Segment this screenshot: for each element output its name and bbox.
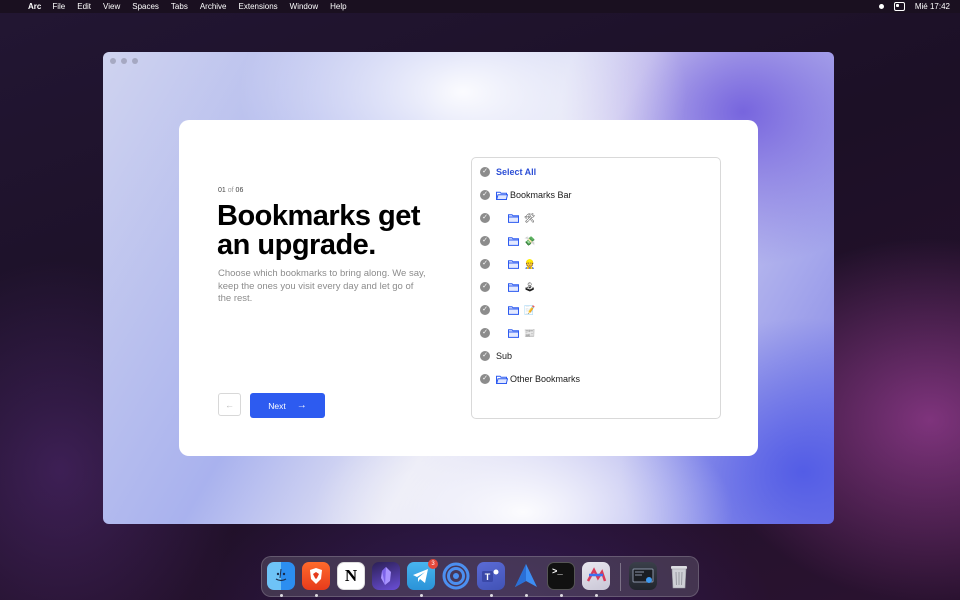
- page-title: Bookmarks get an upgrade.: [217, 200, 421, 261]
- checkmark-icon[interactable]: ✓: [480, 305, 490, 315]
- trash-icon[interactable]: [665, 562, 693, 590]
- step-total: 06: [235, 187, 244, 194]
- running-indicator: [280, 594, 283, 597]
- menu-file[interactable]: File: [52, 2, 65, 11]
- menu-edit[interactable]: Edit: [77, 2, 91, 11]
- checkmark-icon[interactable]: ✓: [480, 374, 490, 384]
- menu-help[interactable]: Help: [330, 2, 346, 11]
- control-center-icon[interactable]: [893, 2, 905, 11]
- dock-separator: [620, 563, 621, 591]
- checkmark-icon[interactable]: ✓: [480, 328, 490, 338]
- folder-icon: [508, 329, 519, 338]
- next-button[interactable]: Next →: [250, 393, 325, 418]
- arrow-left-icon: ←: [225, 399, 234, 410]
- window-controls: [110, 58, 138, 64]
- running-indicator: [560, 594, 563, 597]
- bookmark-item-label: 🕹: [524, 281, 536, 292]
- menu-spaces[interactable]: Spaces: [132, 2, 159, 11]
- minimize-window-button[interactable]: [121, 58, 127, 64]
- bookmark-item-notes-folder[interactable]: ✓ 📝: [480, 303, 535, 317]
- svg-text:T: T: [485, 572, 491, 582]
- menu-bar: Arc File Edit View Spaces Tabs Archive E…: [0, 0, 960, 13]
- page-description: Choose which bookmarks to bring along. W…: [218, 268, 426, 304]
- running-indicator: [525, 594, 528, 597]
- bookmark-item-sub[interactable]: ✓ Sub: [480, 349, 512, 363]
- airdrop-icon[interactable]: [442, 562, 470, 590]
- checkmark-icon[interactable]: ✓: [480, 190, 490, 200]
- menu-clock[interactable]: Mié 17:42: [915, 2, 950, 11]
- next-button-label: Next: [268, 400, 286, 411]
- obsidian-icon[interactable]: [372, 562, 400, 590]
- finder-icon[interactable]: [267, 562, 295, 590]
- screen-app-icon[interactable]: [629, 562, 657, 590]
- checkmark-icon[interactable]: ✓: [480, 351, 490, 361]
- notification-badge: 3: [428, 559, 438, 569]
- arc-window: 01 of 06 Bookmarks get an upgrade. Choos…: [103, 52, 834, 524]
- step-counter: 01 of 06: [218, 187, 243, 194]
- checkmark-icon[interactable]: ✓: [480, 282, 490, 292]
- arc-navigate-icon[interactable]: [512, 562, 540, 590]
- bookmark-item-other-bookmarks[interactable]: ✓ Other Bookmarks: [480, 372, 580, 386]
- telegram-icon[interactable]: 3: [407, 559, 438, 590]
- onboarding-card: 01 of 06 Bookmarks get an upgrade. Choos…: [179, 120, 758, 456]
- running-indicator: [420, 594, 423, 597]
- folder-open-icon: [496, 191, 508, 200]
- bookmark-item-label: Other Bookmarks: [510, 374, 581, 384]
- folder-icon: [508, 237, 519, 246]
- bookmark-item-label: Sub: [496, 351, 513, 361]
- terminal-icon[interactable]: >_: [547, 562, 575, 590]
- menu-window[interactable]: Window: [290, 2, 318, 11]
- bookmark-item-label: 📝: [524, 304, 536, 315]
- checkmark-icon[interactable]: ✓: [480, 259, 490, 269]
- dock: N 3 T >_: [261, 556, 699, 597]
- bookmark-item-label: 🛠: [524, 212, 536, 223]
- folder-icon: [508, 306, 519, 315]
- bookmark-item-tools-folder[interactable]: ✓ 🛠: [480, 211, 535, 225]
- checkmark-icon[interactable]: ✓: [480, 213, 490, 223]
- running-indicator: [595, 594, 598, 597]
- folder-icon: [508, 283, 519, 292]
- teams-icon[interactable]: T: [477, 562, 505, 590]
- brave-icon[interactable]: [302, 562, 330, 590]
- running-indicator: [490, 594, 493, 597]
- folder-icon: [508, 214, 519, 223]
- menu-app-name[interactable]: Arc: [28, 2, 41, 11]
- select-all-label: Select All: [496, 167, 537, 177]
- bookmark-item-news-folder[interactable]: ✓ 📰: [480, 326, 535, 340]
- checkmark-icon[interactable]: ✓: [480, 236, 490, 246]
- menu-extensions[interactable]: Extensions: [239, 2, 278, 11]
- bookmark-item-money-folder[interactable]: ✓ 💸: [480, 234, 535, 248]
- step-of: of: [227, 187, 234, 194]
- bookmark-item-games-folder[interactable]: ✓ 🕹: [480, 280, 535, 294]
- menu-view[interactable]: View: [103, 2, 120, 11]
- notion-icon[interactable]: N: [337, 562, 365, 590]
- menu-archive[interactable]: Archive: [200, 2, 227, 11]
- checkmark-icon[interactable]: ✓: [480, 167, 490, 177]
- step-current: 01: [218, 187, 226, 194]
- select-all-row[interactable]: ✓ Select All: [480, 165, 536, 179]
- bookmark-item-work-folder[interactable]: ✓ 👷: [480, 257, 535, 271]
- back-button[interactable]: ←: [218, 393, 241, 416]
- map-app-icon[interactable]: [582, 562, 610, 590]
- zoom-window-button[interactable]: [132, 58, 138, 64]
- arrow-right-icon: →: [296, 400, 307, 411]
- bookmark-item-label: 💸: [524, 235, 536, 246]
- bookmark-list: ✓ Select All ✓ Bookmarks Bar ✓ 🛠 ✓ 💸 ✓ 👷…: [471, 157, 721, 419]
- running-indicator: [315, 594, 318, 597]
- bookmark-item-bookmarks-bar[interactable]: ✓ Bookmarks Bar: [480, 188, 572, 202]
- folder-icon: [508, 260, 519, 269]
- bookmark-item-label: 📰: [524, 327, 536, 338]
- menu-tabs[interactable]: Tabs: [171, 2, 188, 11]
- bookmark-item-label: Bookmarks Bar: [510, 190, 572, 200]
- recording-indicator-icon[interactable]: [878, 4, 884, 9]
- bookmark-item-label: 👷: [524, 258, 536, 269]
- close-window-button[interactable]: [110, 58, 116, 64]
- folder-open-icon: [496, 375, 508, 384]
